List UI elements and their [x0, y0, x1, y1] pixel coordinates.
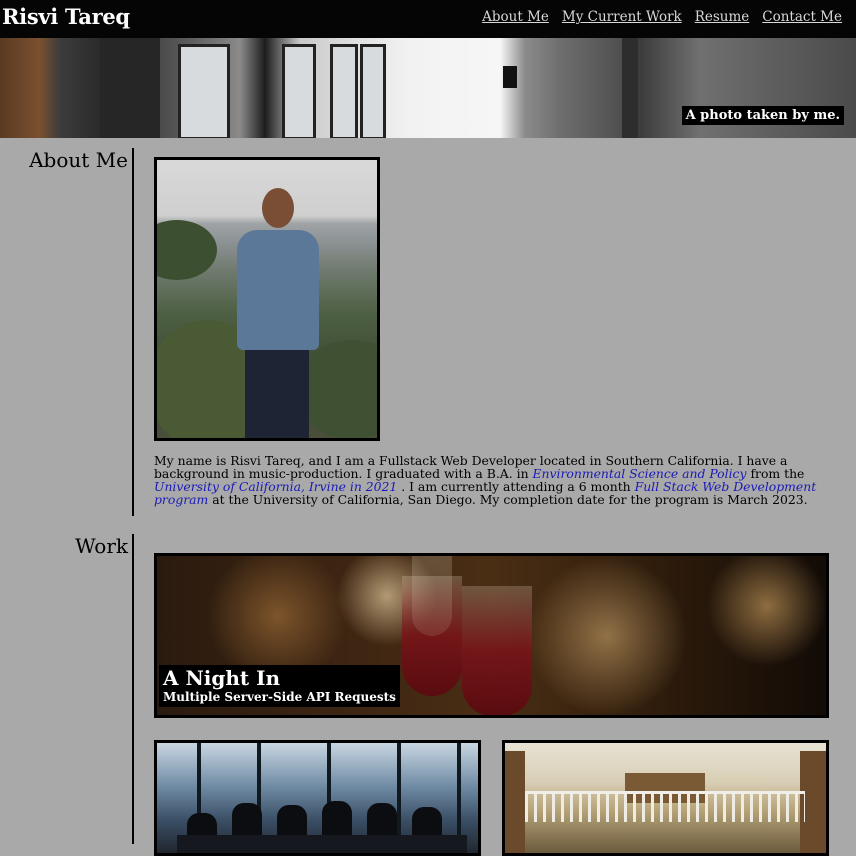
wine-glass-image [462, 586, 532, 715]
work-heading: Work [75, 534, 128, 558]
about-bio: My name is Risvi Tareq, and I am a Fulls… [154, 454, 834, 506]
library-balcony-railing [525, 791, 805, 822]
bio-text: at the University of California, San Die… [208, 492, 808, 507]
project-card-a-night-in[interactable]: A Night In Multiple Server-Side API Requ… [154, 553, 829, 718]
hero-building-column [622, 38, 638, 138]
hero-wall-lamp [503, 66, 517, 88]
nav-links: About Me My Current Work Resume Contact … [482, 9, 842, 25]
bookshelf [505, 751, 525, 853]
project-title: A Night In [163, 666, 280, 690]
nav-contact-me[interactable]: Contact Me [762, 9, 842, 25]
wine-glass-image [412, 556, 452, 636]
meeting-table [177, 835, 467, 853]
photo-rock [297, 340, 377, 438]
hero-caption: A photo taken by me. [681, 106, 844, 125]
about-divider [132, 148, 134, 516]
site-brand[interactable]: Risvi Tareq [2, 4, 130, 29]
work-divider [132, 534, 134, 844]
hero-building-column [100, 38, 160, 138]
photo-person-jacket [237, 230, 319, 350]
nav-about-me[interactable]: About Me [482, 9, 549, 25]
nav-my-current-work[interactable]: My Current Work [562, 9, 682, 25]
profile-photo [154, 157, 380, 441]
project-subtitle: Multiple Server-Side API Requests [163, 690, 396, 704]
hero-window [282, 44, 316, 138]
hero-window [360, 44, 386, 138]
hero-window [178, 44, 230, 138]
photo-person-head [262, 188, 294, 228]
hero-window [330, 44, 358, 138]
top-nav-bar: Risvi Tareq About Me My Current Work Res… [0, 0, 856, 38]
nav-resume[interactable]: Resume [695, 9, 750, 25]
photo-person-legs [245, 345, 309, 438]
hero-banner-image: A photo taken by me. [0, 38, 856, 138]
photo-rock [157, 220, 217, 280]
about-me-heading: About Me [29, 148, 128, 172]
project-card-label: A Night In Multiple Server-Side API Requ… [159, 665, 400, 707]
